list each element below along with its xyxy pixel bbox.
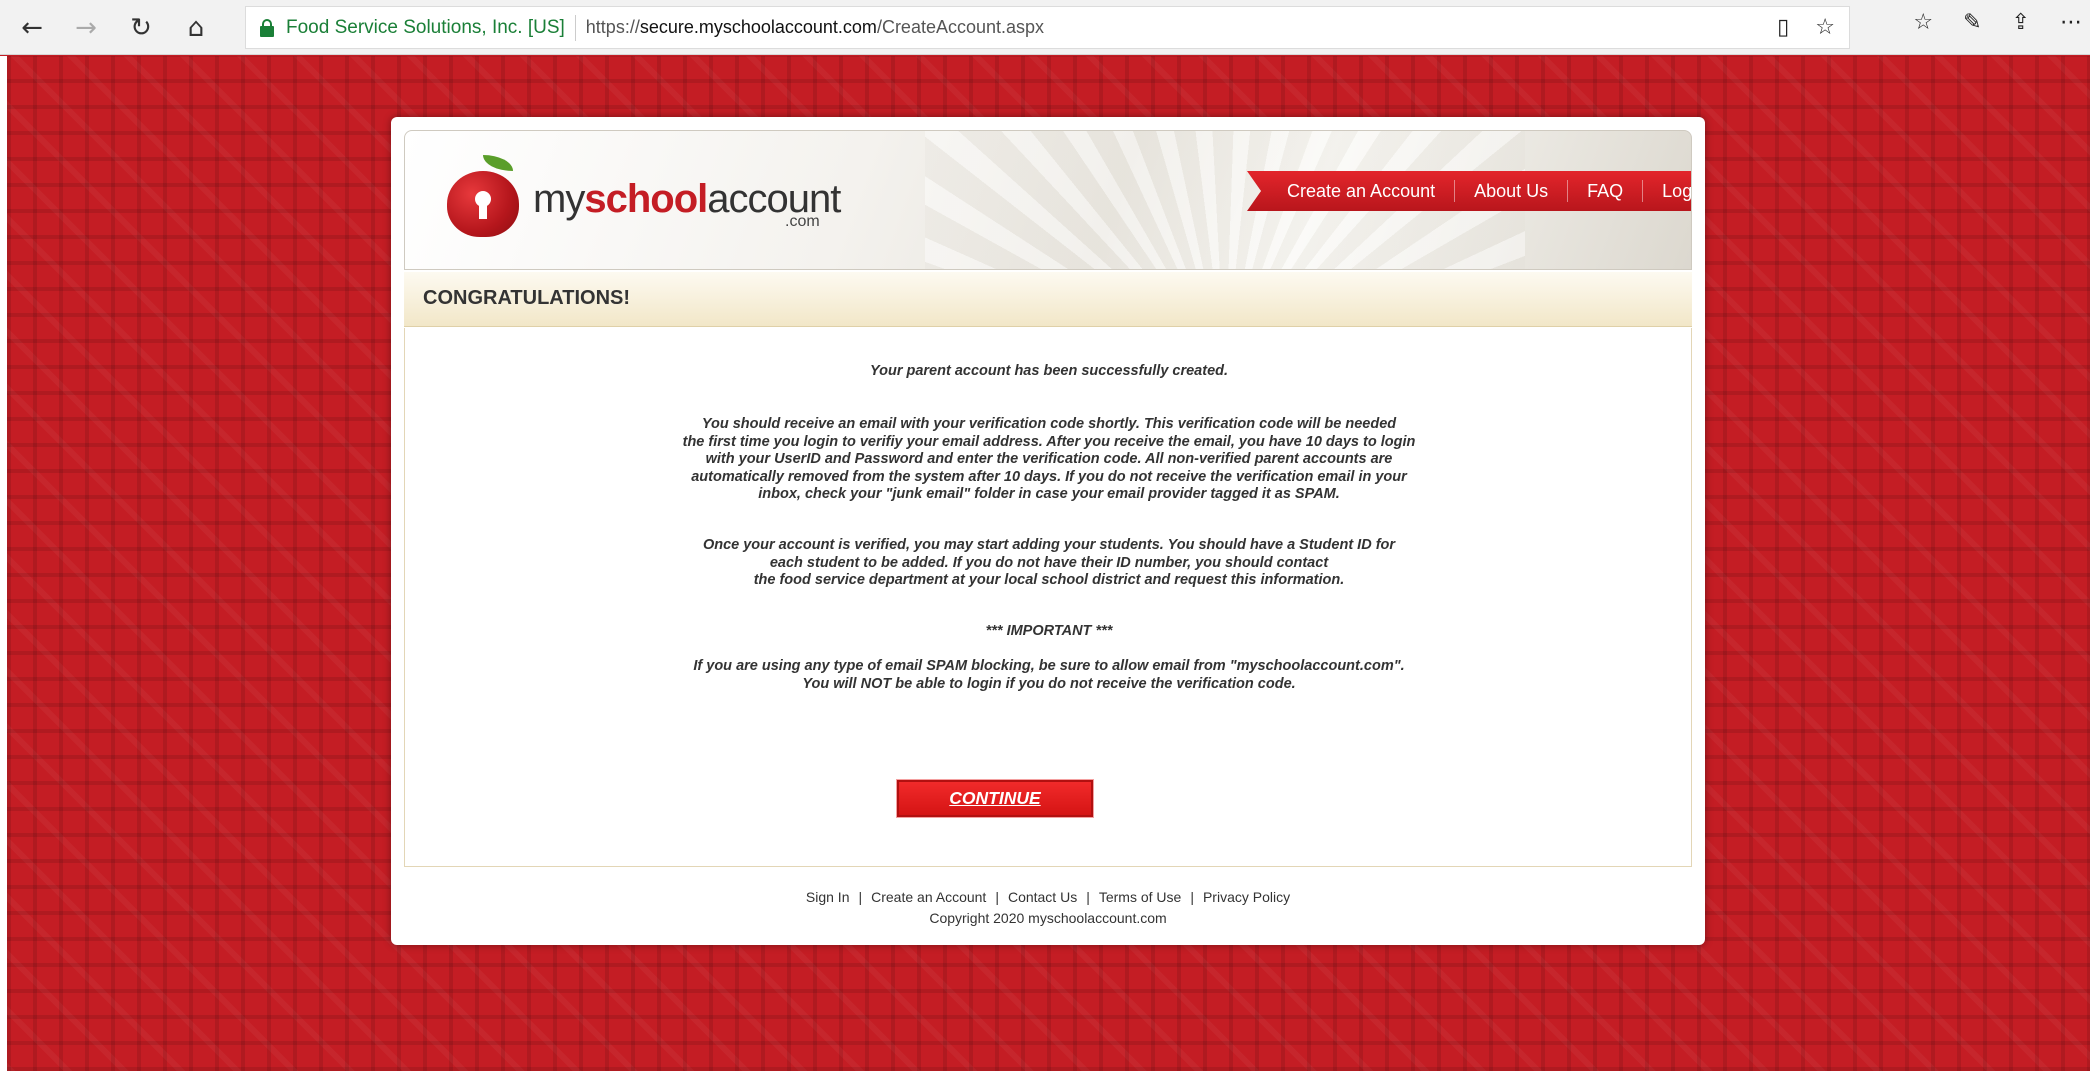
copyright: Copyright 2020 myschoolaccount.com	[929, 910, 1167, 926]
important-heading: *** IMPORTANT ***	[985, 623, 1113, 639]
share-icon[interactable]: ⇪	[2012, 10, 2030, 35]
success-message: Your parent account has been successfull…	[869, 363, 1229, 379]
site-header: myschoolaccount .com Create an Account A…	[404, 130, 1692, 270]
reading-view-icon[interactable]: ▯	[1777, 15, 1789, 40]
browser-toolbar: ← → ↻ ⌂ Food Service Solutions, Inc. [US…	[0, 0, 2090, 55]
nav-create-account[interactable]: Create an Account	[1287, 180, 1454, 202]
students-paragraph: Once your account is verified, you may s…	[702, 537, 1396, 588]
footer-contact-us[interactable]: Contact Us	[1008, 889, 1077, 905]
main-nav: Create an Account About Us FAQ Login	[1247, 171, 1691, 211]
nav-about-us[interactable]: About Us	[1454, 180, 1567, 202]
page-title: CONGRATULATIONS!	[423, 287, 631, 309]
nav-faq[interactable]: FAQ	[1567, 180, 1642, 202]
footer-create-account[interactable]: Create an Account	[871, 889, 986, 905]
url-text[interactable]: https://secure.myschoolaccount.com/Creat…	[586, 17, 1044, 38]
address-bar[interactable]: Food Service Solutions, Inc. [US] https:…	[245, 6, 1850, 49]
lock-icon	[260, 18, 274, 37]
favorite-star-icon[interactable]: ☆	[1815, 15, 1835, 40]
footer-sign-in[interactable]: Sign In	[806, 889, 850, 905]
forward-icon[interactable]: →	[66, 8, 106, 48]
page-footer: Sign In | Create an Account | Contact Us | Ter…	[391, 889, 1705, 926]
home-icon[interactable]: ⌂	[176, 8, 216, 48]
pen-icon[interactable]: ✎	[1963, 10, 1981, 35]
footer-terms[interactable]: Terms of Use	[1099, 889, 1181, 905]
certificate-label[interactable]: Food Service Solutions, Inc. [US]	[286, 17, 565, 39]
more-icon[interactable]: ⋯	[2060, 10, 2082, 35]
logo-suffix: .com	[785, 213, 820, 230]
verification-paragraph: You should receive an email with your ve…	[682, 416, 1416, 502]
footer-privacy[interactable]: Privacy Policy	[1203, 889, 1290, 905]
main-panel: myschoolaccount .com Create an Account A…	[391, 117, 1705, 945]
title-banner: CONGRATULATIONS!	[404, 272, 1692, 327]
spam-warning: If you are using any type of email SPAM …	[693, 658, 1405, 692]
continue-button[interactable]: CONTINUE	[897, 780, 1093, 817]
back-icon[interactable]: ←	[12, 8, 52, 48]
nav-login[interactable]: Login	[1642, 180, 1691, 202]
favorites-list-icon[interactable]: ☆	[1913, 10, 1933, 35]
refresh-icon[interactable]: ↻	[121, 8, 161, 48]
message-content: Your parent account has been successfull…	[404, 328, 1692, 867]
window-edge	[0, 56, 7, 1071]
address-divider	[574, 14, 576, 41]
apple-logo-icon[interactable]	[443, 153, 523, 239]
